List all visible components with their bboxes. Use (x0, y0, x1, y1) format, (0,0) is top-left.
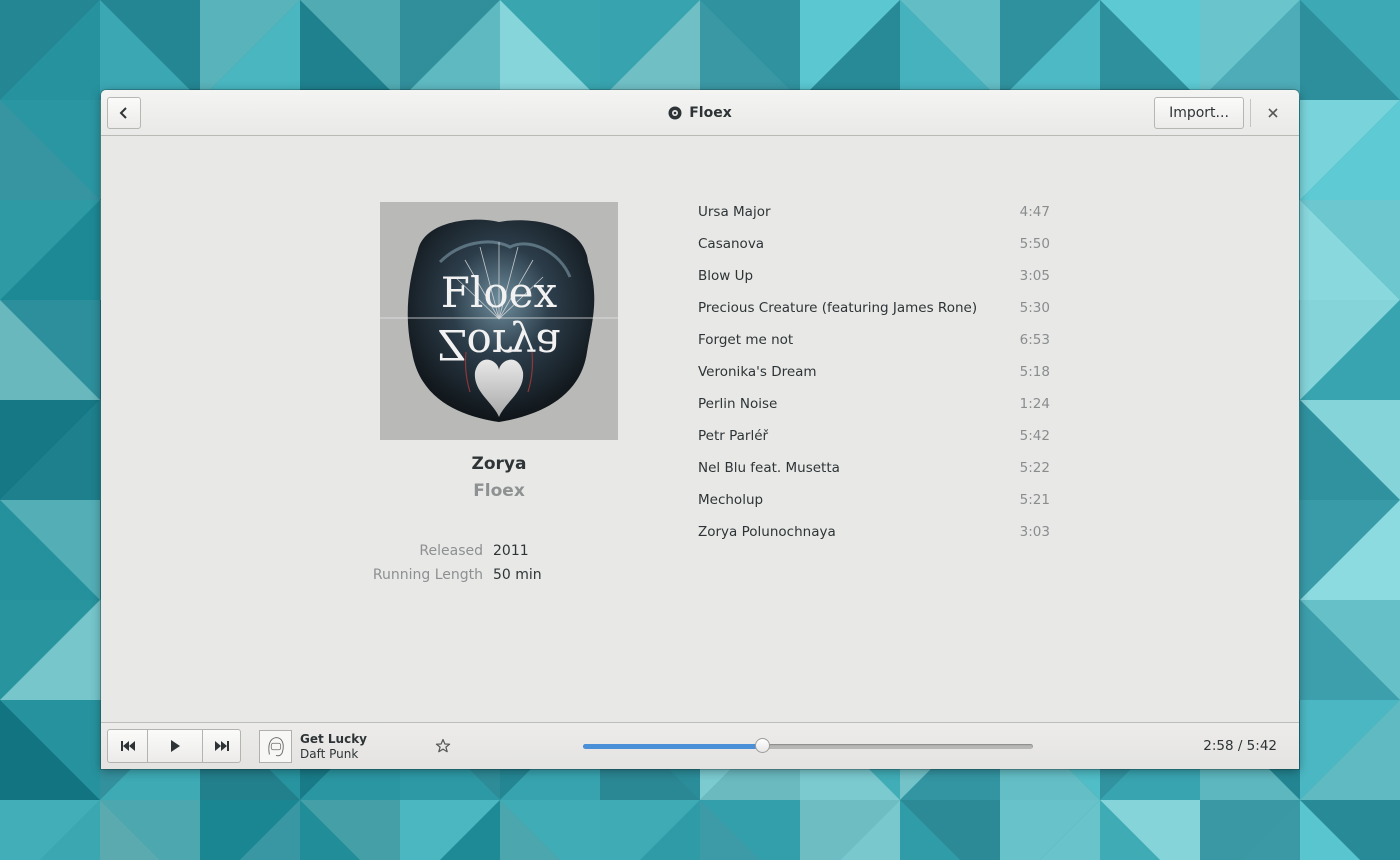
close-button[interactable] (1261, 101, 1285, 125)
cover-text-top: Floex (441, 268, 558, 317)
music-app-window: Floex Import... Floex Zorya Zorya Floex … (101, 90, 1299, 769)
close-icon (1268, 108, 1278, 118)
disc-icon (668, 106, 682, 120)
window-title: Floex (101, 90, 1299, 136)
star-icon (435, 738, 451, 753)
running-length-label: Running Length (372, 567, 483, 583)
track-list: Ursa Major 4:47 Casanova 5:50 Blow Up 3:05 … (698, 196, 1050, 548)
track-duration: 5:30 (1019, 300, 1050, 316)
track-row[interactable]: Blow Up 3:05 (698, 260, 1050, 292)
track-duration: 5:42 (1019, 428, 1050, 444)
previous-button[interactable] (108, 730, 147, 762)
track-row[interactable]: Ursa Major 4:47 (698, 196, 1050, 228)
cover-text-bottom: Zorya (437, 320, 560, 369)
now-playing-title: Get Lucky (300, 732, 368, 746)
player-bar: Get Lucky Daft Punk 2:58 / 5:42 (101, 722, 1299, 769)
header-separator (1250, 99, 1251, 127)
track-duration: 4:47 (1019, 204, 1050, 220)
track-row[interactable]: Precious Creature (featuring James Rone)… (698, 292, 1050, 324)
playback-time: 2:58 / 5:42 (1203, 738, 1277, 754)
track-row[interactable]: Petr Parléř 5:42 (698, 420, 1050, 452)
track-duration: 6:53 (1019, 332, 1050, 348)
album-artist: Floex (473, 481, 525, 501)
track-duration: 5:21 (1019, 492, 1050, 508)
track-row[interactable]: Zorya Polunochnaya 3:03 (698, 516, 1050, 548)
transport-controls (107, 729, 241, 763)
window-title-text: Floex (689, 105, 732, 121)
released-label: Released (419, 543, 483, 559)
track-row[interactable]: Mecholup 5:21 (698, 484, 1050, 516)
now-playing-artist: Daft Punk (300, 747, 359, 761)
favorite-button[interactable] (433, 736, 453, 756)
track-title: Casanova (698, 236, 765, 252)
track-title: Ursa Major (698, 204, 771, 220)
track-title: Forget me not (698, 332, 794, 348)
progress-fill (583, 744, 763, 749)
track-title: Petr Parléř (698, 428, 769, 444)
header-bar: Floex Import... (101, 90, 1299, 136)
track-title: Perlin Noise (698, 396, 778, 412)
next-button[interactable] (202, 730, 240, 762)
track-row[interactable]: Nel Blu feat. Musetta 5:22 (698, 452, 1050, 484)
track-row[interactable]: Veronika's Dream 5:18 (698, 356, 1050, 388)
track-duration: 5:18 (1019, 364, 1050, 380)
skip-backward-icon (120, 741, 135, 751)
album-title: Zorya (471, 454, 527, 474)
play-icon (171, 740, 180, 752)
skip-forward-icon (214, 741, 229, 751)
track-title: Mecholup (698, 492, 764, 508)
track-title: Veronika's Dream (698, 364, 817, 380)
track-title: Blow Up (698, 268, 754, 284)
track-title: Precious Creature (featuring James Rone) (698, 300, 978, 316)
progress-slider[interactable] (583, 738, 1033, 753)
track-duration: 5:50 (1019, 236, 1050, 252)
running-length-value: 50 min (493, 567, 542, 583)
track-title: Zorya Polunochnaya (698, 524, 836, 540)
track-duration: 3:03 (1019, 524, 1050, 540)
released-value: 2011 (493, 543, 529, 559)
track-duration: 1:24 (1019, 396, 1050, 412)
import-button[interactable]: Import... (1154, 97, 1244, 129)
album-cover-art: Floex Zorya (380, 202, 618, 440)
track-row[interactable]: Forget me not 6:53 (698, 324, 1050, 356)
track-duration: 5:22 (1019, 460, 1050, 476)
track-row[interactable]: Casanova 5:50 (698, 228, 1050, 260)
track-duration: 3:05 (1019, 268, 1050, 284)
track-row[interactable]: Perlin Noise 1:24 (698, 388, 1050, 420)
now-playing-cover (259, 730, 292, 763)
track-title: Nel Blu feat. Musetta (698, 460, 840, 476)
play-button[interactable] (147, 730, 202, 762)
progress-handle[interactable] (755, 738, 770, 753)
